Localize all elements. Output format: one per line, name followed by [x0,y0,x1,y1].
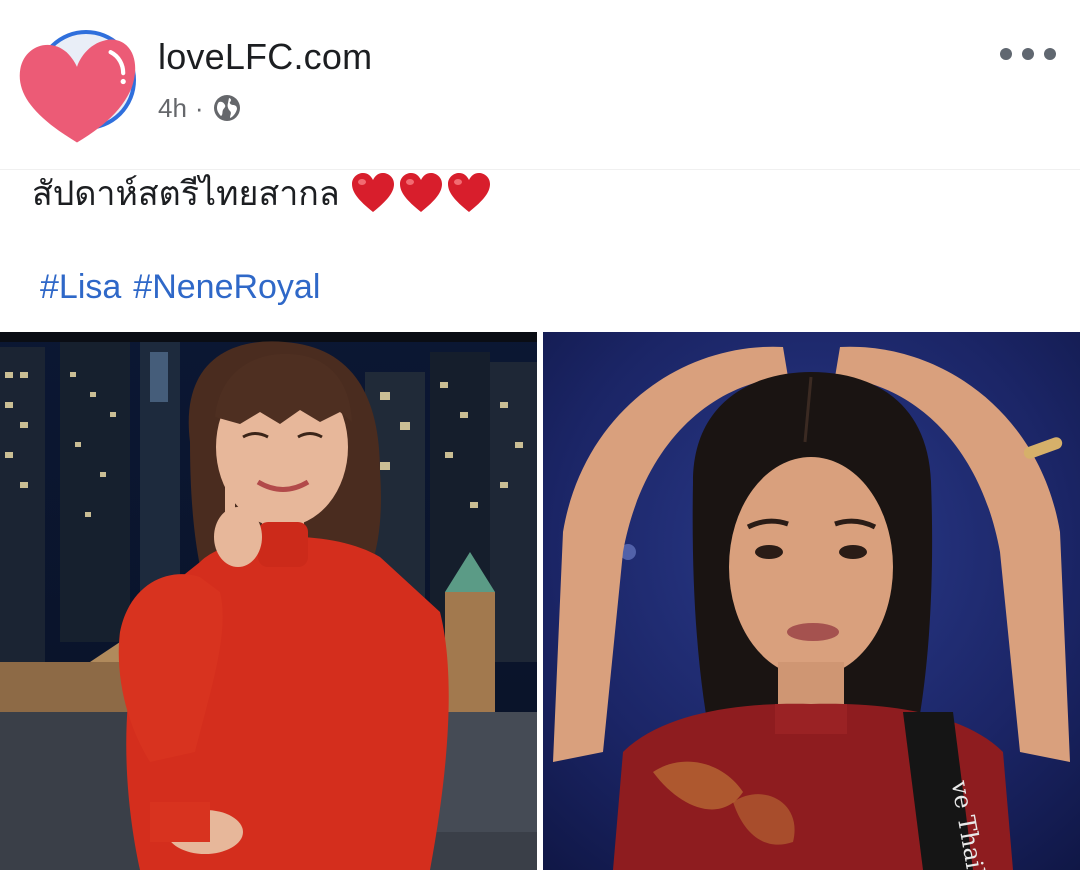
red-heart-icon [447,173,490,212]
heart-sticker-icon [19,39,136,143]
post-header: loveLFC.com 4h · [0,0,1080,170]
photo-left[interactable] [0,332,537,870]
more-options-icon [1044,48,1056,60]
red-heart-icon [399,173,442,212]
more-options-icon [1000,48,1012,60]
avatar[interactable] [19,30,136,143]
more-options-icon [1022,48,1034,60]
globe-icon[interactable] [212,93,242,123]
photo-grid: ve Thaila [0,332,1080,870]
heart-emojis [350,172,492,214]
photo-right[interactable]: ve Thaila [543,332,1080,870]
hashtag-lisa[interactable]: #Lisa [40,268,121,307]
photo-lisa [0,332,537,870]
red-heart-icon [351,173,394,212]
hashtags: #Lisa #NeneRoyal [40,268,320,307]
photo-nene: ve Thaila [543,332,1080,870]
hashtag-neneroyal[interactable]: #NeneRoyal [133,268,320,307]
post-meta: 4h · [158,90,242,126]
more-options-button[interactable] [1000,40,1056,68]
post-body: สัปดาห์สตรีไทยสากล [32,170,492,216]
meta-separator: · [194,92,204,123]
page-name[interactable]: loveLFC.com [158,36,372,78]
post-text: สัปดาห์สตรีไทยสากล [32,175,340,213]
post-time[interactable]: 4h [158,93,187,124]
